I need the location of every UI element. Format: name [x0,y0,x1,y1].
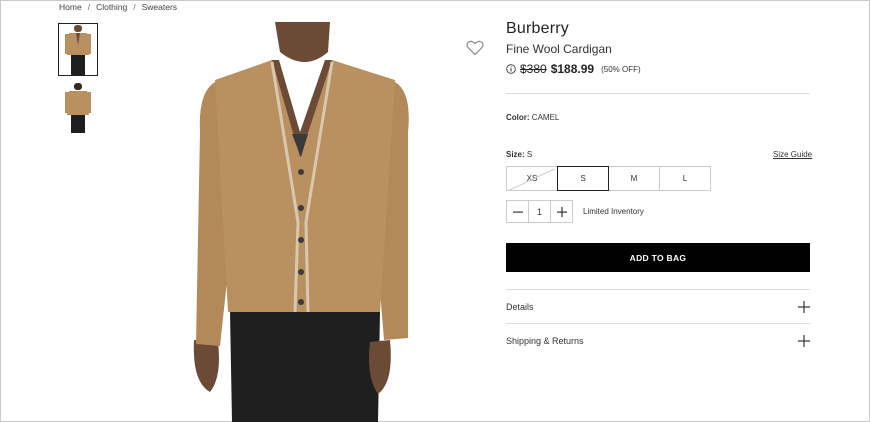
size-value: S [526,150,533,159]
plus-icon [798,301,810,313]
size-option-xs[interactable]: XS [506,166,558,191]
size-label: Size: [506,150,525,159]
product-name: Fine Wool Cardigan [506,42,612,56]
size-options: XS S M L [506,166,711,191]
info-icon[interactable] [506,64,516,74]
add-to-bag-button[interactable]: ADD TO BAG [506,243,810,272]
size-selection: Size: S [506,150,532,159]
divider [506,93,810,94]
product-main-image [180,22,430,422]
details-label: Details [506,302,534,312]
size-option-m[interactable]: M [608,166,660,191]
thumbnail-front-image [65,24,91,75]
breadcrumb-sweaters[interactable]: Sweaters [142,2,177,12]
size-guide-link[interactable]: Size Guide [773,150,812,159]
color-label: Color: [506,113,530,122]
divider [506,289,810,290]
plus-icon [556,206,567,217]
size-option-s[interactable]: S [557,166,609,191]
breadcrumb-clothing[interactable]: Clothing [96,2,127,12]
increase-quantity-button[interactable] [550,200,573,223]
thumbnail-back[interactable] [58,81,98,134]
thumbnail-front[interactable] [58,23,98,76]
decrease-quantity-button[interactable] [506,200,529,223]
quantity-value[interactable]: 1 [528,200,551,223]
heart-icon[interactable] [466,40,484,56]
color-selection: Color: CAMEL [506,113,559,122]
divider [506,323,810,324]
discount-badge: (50% OFF) [601,64,641,74]
size-option-l[interactable]: L [659,166,711,191]
product-brand[interactable]: Burberry [506,20,569,38]
page-frame [0,0,870,422]
breadcrumb-separator: / [133,2,136,12]
minus-icon [512,211,523,213]
original-price: $380 [520,62,547,76]
quantity-stepper: 1 Limited Inventory [506,200,644,223]
color-value: CAMEL [531,113,560,122]
breadcrumb-home[interactable]: Home [59,2,82,12]
plus-icon [798,335,810,347]
details-accordion[interactable]: Details [506,297,810,317]
shipping-returns-label: Shipping & Returns [506,336,584,346]
sale-price: $188.99 [550,62,595,76]
inventory-note: Limited Inventory [583,207,644,216]
breadcrumb-separator: / [87,2,91,12]
price-row: $380 $188.99 (50% OFF) [506,62,641,76]
shipping-returns-accordion[interactable]: Shipping & Returns [506,331,810,351]
breadcrumb: Home / Clothing / Sweaters [59,2,177,12]
thumbnail-back-image [65,82,91,133]
